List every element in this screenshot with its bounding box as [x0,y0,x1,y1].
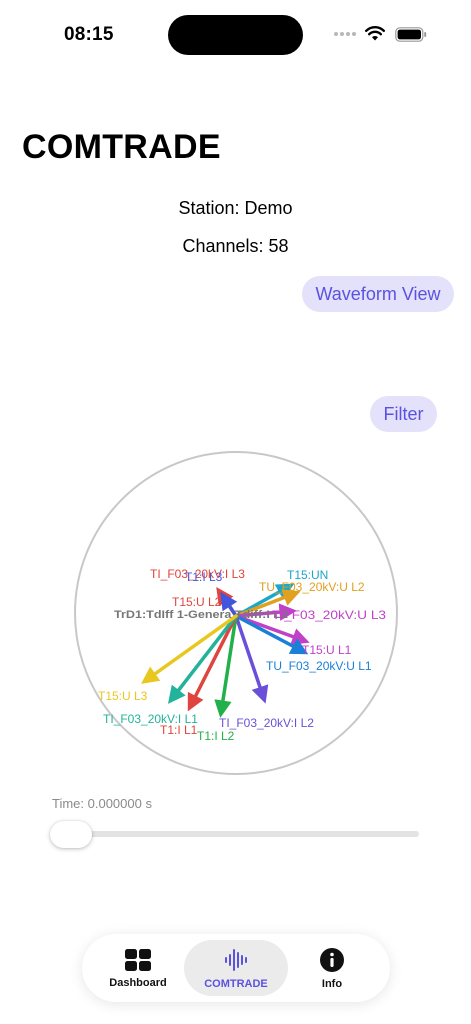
phasor-label: TI_F03_20kV:I L2 [219,716,314,730]
status-time: 08:15 [64,24,114,45]
phasor-vectors [141,583,310,718]
waveform-icon [225,948,247,971]
time-label: Time: 0.000000 s [52,796,152,811]
phasor-label: T1:I L3 [185,570,223,584]
tab-comtrade-label: COMTRADE [204,977,268,990]
tab-dashboard-label: Dashboard [109,976,167,989]
page-title: COMTRADE [22,128,221,166]
status-bar: 08:15 [0,0,471,70]
phasor-label: T15:U L3 [98,689,148,703]
battery-icon [395,27,427,42]
dynamic-island [168,15,303,55]
phasor-label: T1:I L2 [197,729,235,743]
phasor-vector [141,614,238,684]
tab-info-label: Info [321,977,343,990]
time-slider-track[interactable] [52,831,419,837]
station-label: Station: Demo [178,198,293,218]
phasor-label: T15:U L1 [302,643,352,657]
phasor-label: TI_F03_20kV:U L3 [272,608,386,622]
filter-button[interactable]: Filter [370,396,437,432]
channels-label: Channels: 58 [182,236,289,256]
time-slider-thumb[interactable] [50,821,92,848]
grid-icon [125,948,151,971]
wifi-icon [365,26,385,41]
tab-bar: Dashboard COMTRADE Info [82,934,390,1002]
phasor-label: T15:U L2 [172,595,222,609]
tab-info[interactable]: Info [284,940,380,996]
cellular-signal-icon [334,32,356,36]
waveform-view-button[interactable]: Waveform View [302,276,454,312]
tab-dashboard[interactable]: Dashboard [90,940,186,996]
phasor-label: TU_F03_20kV:U L1 [266,659,372,673]
phasor-label: T1:I L1 [160,723,198,737]
phasor-label: TrD1:TdIff 1-Genera Tdiff:I L2 [114,609,288,621]
phasor-label: TU_F03_20kV:U L2 [259,580,365,594]
tab-comtrade[interactable]: COMTRADE [184,940,288,996]
phasor-diagram: TI_F03_20kV:I L3 T1:I L3 T15:UN TU_F03_2… [74,451,398,775]
info-icon [320,947,344,972]
